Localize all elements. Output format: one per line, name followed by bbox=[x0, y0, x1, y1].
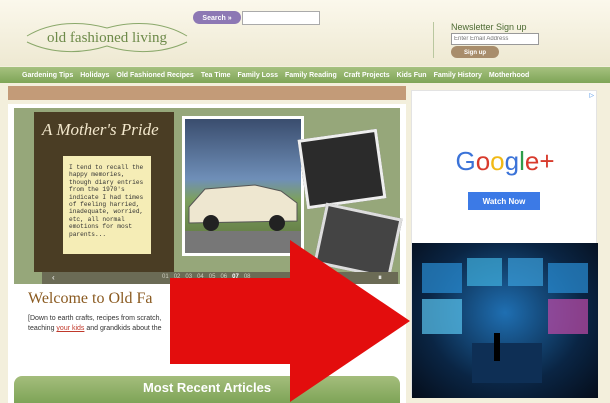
car-icon bbox=[185, 184, 301, 253]
slide-page-1[interactable]: 01 bbox=[162, 274, 169, 280]
slide-note: I tend to recall the happy memories, tho… bbox=[63, 156, 151, 254]
logo-text: old fashioned living bbox=[47, 30, 167, 46]
header-divider bbox=[433, 22, 434, 58]
search-button[interactable]: Search » bbox=[193, 11, 241, 24]
blurb-line-1: [Down to earth crafts, recipes from scra… bbox=[28, 315, 162, 322]
welcome-heading: Welcome to Old Fa bbox=[28, 290, 153, 307]
ad-video-image[interactable] bbox=[412, 243, 598, 398]
family-photo bbox=[297, 128, 387, 210]
google-plus-logo: Google+ bbox=[455, 146, 555, 176]
newsletter-title: Newsletter Sign up bbox=[451, 22, 527, 32]
nav-item-kids-fun[interactable]: Kids Fun bbox=[397, 72, 427, 79]
nav-item-craft-projects[interactable]: Craft Projects bbox=[344, 72, 390, 79]
nav-item-family-history[interactable]: Family History bbox=[434, 72, 482, 79]
nav-item-family-loss[interactable]: Family Loss bbox=[238, 72, 278, 79]
search-input[interactable] bbox=[242, 11, 320, 25]
car-photo bbox=[182, 116, 304, 256]
main-nav: Gardening Tips Holidays Old Fashioned Re… bbox=[0, 67, 610, 83]
slide-title: A Mother's Pride bbox=[42, 120, 159, 139]
newsletter-email-field[interactable] bbox=[451, 33, 539, 45]
nav-item-tea-time[interactable]: Tea Time bbox=[201, 72, 231, 79]
watch-now-button[interactable]: Watch Now bbox=[468, 192, 540, 210]
video-wall-icon bbox=[422, 258, 588, 383]
signup-button[interactable]: Sign up bbox=[451, 46, 499, 58]
adchoices-icon[interactable]: ▷ bbox=[589, 92, 594, 99]
your-kids-link[interactable]: your kids bbox=[56, 325, 84, 332]
site-header: old fashioned living Search » Newsletter… bbox=[0, 0, 610, 66]
slide-prev-icon[interactable]: ‹ bbox=[52, 273, 55, 282]
site-logo[interactable]: old fashioned living bbox=[22, 16, 192, 56]
nav-item-holidays[interactable]: Holidays bbox=[80, 72, 109, 79]
nav-item-motherhood[interactable]: Motherhood bbox=[489, 72, 529, 79]
nav-item-gardening-tips[interactable]: Gardening Tips bbox=[22, 72, 73, 79]
nav-item-family-reading[interactable]: Family Reading bbox=[285, 72, 337, 79]
ad-panel[interactable]: ▷ Google+ Watch Now bbox=[411, 90, 598, 398]
sub-bar bbox=[8, 86, 406, 100]
blurb-line-2-end: and grandkids about the bbox=[84, 325, 162, 332]
nav-item-old-fashioned-recipes[interactable]: Old Fashioned Recipes bbox=[116, 72, 193, 79]
red-arrow-icon bbox=[170, 240, 410, 402]
blurb-line-2-start: teaching bbox=[28, 325, 57, 332]
